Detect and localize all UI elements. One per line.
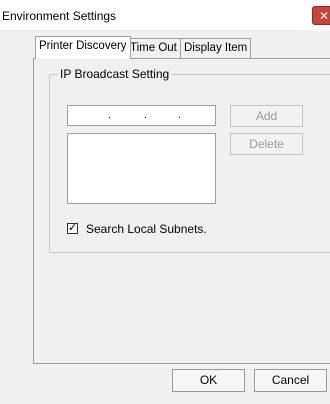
close-button[interactable]: ✕: [312, 6, 330, 25]
tab-time-out[interactable]: Time Out: [126, 38, 181, 58]
tab-printer-discovery[interactable]: Printer Discovery: [35, 36, 131, 59]
ip-separator: .: [144, 109, 148, 121]
tab-label: Time Out: [130, 42, 177, 54]
delete-button[interactable]: Delete: [230, 133, 303, 155]
tab-label: Printer Discovery: [39, 40, 127, 52]
ip-address-list[interactable]: [67, 133, 216, 204]
tab-label: Display Item: [184, 42, 248, 54]
close-icon: ✕: [318, 9, 330, 23]
ok-button[interactable]: OK: [172, 369, 245, 392]
checkmark-icon: ✓: [68, 222, 78, 234]
search-local-subnets-label: Search Local Subnets.: [86, 222, 207, 236]
add-button[interactable]: Add: [230, 105, 303, 127]
window-title: Environment Settings: [2, 9, 117, 23]
ip-address-input[interactable]: . . .: [67, 105, 216, 126]
ip-separator: .: [108, 109, 112, 121]
dialog-window: Environment Settings ✕ Printer Discovery…: [0, 0, 330, 404]
tab-display-item[interactable]: Display Item: [180, 38, 252, 58]
search-local-subnets-checkbox[interactable]: ✓: [67, 223, 78, 234]
ip-broadcast-group-label: IP Broadcast Setting: [58, 67, 172, 81]
cancel-button[interactable]: Cancel: [254, 369, 327, 392]
title-bar: Environment Settings ✕: [0, 0, 330, 30]
ip-separator: .: [178, 109, 182, 121]
